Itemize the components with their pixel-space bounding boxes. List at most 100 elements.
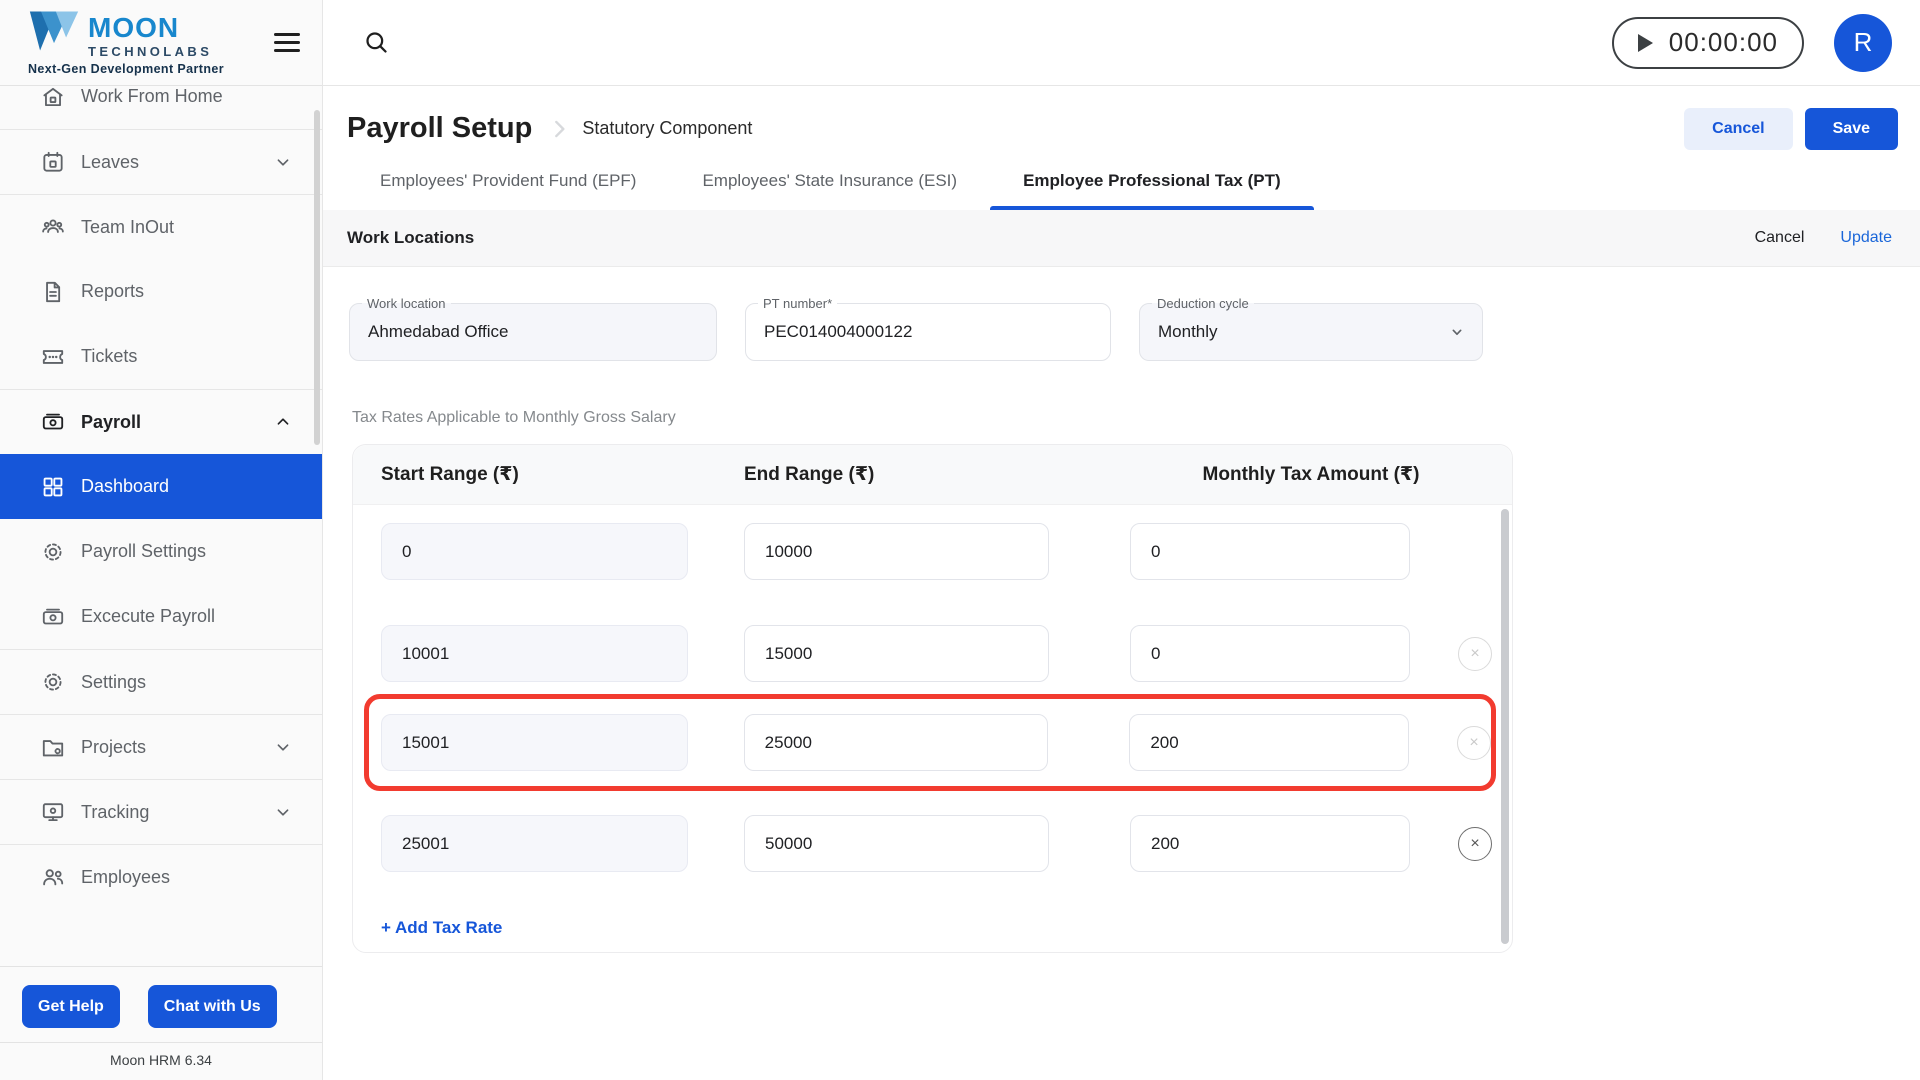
team-icon [40,214,66,240]
sidebar-item-tickets[interactable]: Tickets [0,324,322,389]
moon-technolabs-logo: MOON TECHNOLABS Next-Gen Development Par… [28,9,224,76]
page-header: Payroll Setup Statutory Component Cancel… [323,86,1920,171]
monthly-tax-amount-input[interactable] [1130,625,1410,682]
dashboard-grid-icon [40,474,66,500]
start-range-input[interactable] [381,523,688,580]
end-range-input[interactable] [744,625,1049,682]
sidebar-item-payroll-settings[interactable]: Payroll Settings [0,519,322,584]
sidebar-item-execute-payroll[interactable]: Excecute Payroll [0,584,322,649]
monthly-tax-amount-input[interactable] [1129,714,1409,771]
pt-number-label: PT number* [758,295,838,312]
tab-epf[interactable]: Employees' Provident Fund (EPF) [347,171,669,210]
chat-with-us-button[interactable]: Chat with Us [147,985,277,1028]
chevron-down-icon [272,151,294,173]
column-monthly-tax-amount: Monthly Tax Amount (₹) [1202,464,1420,485]
brand-primary: MOON [88,12,180,43]
sidebar-header: MOON TECHNOLABS Next-Gen Development Par… [0,0,322,86]
chevron-down-icon [272,736,294,758]
sidebar-item-reports[interactable]: Reports [0,259,322,324]
work-locations-update-link[interactable]: Update [1840,229,1892,247]
cancel-button[interactable]: Cancel [1684,107,1793,150]
projects-folder-icon [40,734,66,760]
sidebar-item-work-from-home[interactable]: Work From Home [0,86,322,129]
hamburger-menu-icon[interactable] [274,33,300,52]
ticket-icon [40,344,66,370]
remove-row-button[interactable]: × [1458,826,1492,861]
tab-professional-tax[interactable]: Employee Professional Tax (PT) [990,171,1314,210]
sidebar: MOON TECHNOLABS Next-Gen Development Par… [0,0,323,1080]
add-tax-rate-link[interactable]: + Add Tax Rate [381,918,502,938]
pt-number-field[interactable]: PT number* [745,295,1111,361]
column-start-range: Start Range (₹) [381,464,519,485]
tax-rate-row: × [381,625,1512,682]
report-document-icon [40,279,66,305]
chevron-down-icon [272,801,294,823]
pt-number-input[interactable] [764,322,1092,342]
chevron-up-icon [272,411,294,433]
logo-mountain-icon [28,9,80,58]
work-location-input[interactable] [368,322,698,342]
sidebar-item-reviews[interactable]: Reviews [0,909,322,920]
get-help-button[interactable]: Get Help [22,985,120,1028]
tax-rates-caption: Tax Rates Applicable to Monthly Gross Sa… [352,409,676,426]
end-range-input[interactable] [743,714,1049,771]
work-location-label: Work location [362,295,451,312]
sidebar-item-tracking[interactable]: Tracking [0,779,322,844]
sidebar-item-settings[interactable]: Settings [0,649,322,714]
deduction-cycle-value: Monthly [1158,322,1218,341]
highlighted-row-outline: × [364,694,1496,791]
tax-rates-rows: × × × + Add Tax Rate [353,505,1512,952]
sidebar-item-employees[interactable]: Employees [0,844,322,909]
tax-rates-table-header: Start Range (₹) End Range (₹) Monthly Ta… [353,445,1512,505]
end-range-input[interactable] [744,815,1049,872]
sidebar-item-leaves[interactable]: Leaves [0,129,322,194]
sidebar-item-dashboard[interactable]: Dashboard [0,454,322,519]
remove-row-button[interactable]: × [1457,725,1491,760]
time-tracker-widget[interactable]: 00:00:00 [1611,16,1804,69]
payroll-cash-icon [40,604,66,630]
statutory-tabs: Employees' Provident Fund (EPF) Employee… [323,171,1920,210]
sidebar-nav: Work From Home Leaves Team InOut Reports [0,86,322,920]
gear-icon [40,539,66,565]
home-icon [40,86,66,110]
tax-rate-row-highlighted: × [381,714,1491,771]
tab-esi[interactable]: Employees' State Insurance (ESI) [669,171,990,210]
sidebar-item-payroll[interactable]: Payroll [0,389,322,454]
pt-form: Work location PT number* Deduction cycle… [349,295,1920,361]
breadcrumb: Statutory Component [582,118,753,138]
chevron-right-icon [546,116,572,142]
employees-icon [40,864,66,890]
deduction-cycle-select[interactable]: Deduction cycle Monthly [1139,295,1483,361]
table-scrollbar[interactable] [1501,509,1509,944]
tax-rates-table: Start Range (₹) End Range (₹) Monthly Ta… [352,444,1513,953]
sidebar-scrollbar[interactable] [314,110,320,445]
main-content: Payroll Setup Statutory Component Cancel… [323,86,1920,1080]
tracking-monitor-icon [40,799,66,825]
work-location-field[interactable]: Work location [349,295,717,361]
sidebar-item-team-inout[interactable]: Team InOut [0,194,322,259]
work-locations-title: Work Locations [347,228,475,247]
play-icon[interactable] [1637,33,1653,52]
payroll-cash-icon [40,409,66,435]
start-range-input[interactable] [381,625,688,682]
brand-secondary: TECHNOLABS [88,44,213,59]
app-version: Moon HRM 6.34 [0,1042,322,1080]
start-range-input[interactable] [381,815,688,872]
start-range-input[interactable] [381,714,688,771]
search-icon[interactable] [363,29,390,56]
monthly-tax-amount-input[interactable] [1130,523,1410,580]
remove-row-button[interactable]: × [1458,636,1492,671]
column-end-range: End Range (₹) [744,464,875,485]
end-range-input[interactable] [744,523,1049,580]
gear-icon [40,669,66,695]
timer-value: 00:00:00 [1668,27,1778,57]
brand-tagline: Next-Gen Development Partner [28,62,224,76]
sidebar-footer: Get Help Chat with Us Moon HRM 6.34 [0,966,322,1080]
monthly-tax-amount-input[interactable] [1130,815,1410,872]
save-button[interactable]: Save [1804,107,1898,150]
work-locations-cancel-link[interactable]: Cancel [1755,229,1805,247]
avatar[interactable]: R [1834,13,1892,72]
chevron-down-icon [1446,321,1468,343]
sidebar-item-projects[interactable]: Projects [0,714,322,779]
tax-rate-row: × [381,815,1512,872]
